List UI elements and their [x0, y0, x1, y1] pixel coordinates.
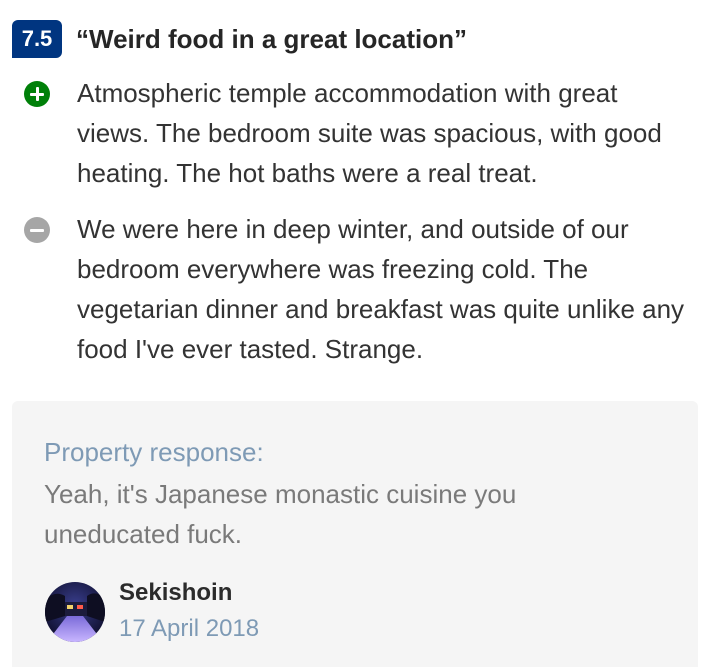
property-response-label: Property response:: [44, 437, 264, 467]
minus-circle-icon: [24, 217, 50, 243]
review-title: “Weird food in a great location”: [76, 23, 467, 54]
positive-comment-text: Atmospheric temple accommodation with gr…: [77, 78, 662, 188]
responder: Sekishoin 17 April 2018: [45, 579, 260, 643]
property-response-text: Yeah, it's Japanese monastic cuisine you…: [44, 479, 517, 549]
responder-info: Sekishoin 17 April 2018: [119, 579, 260, 643]
negative-comment: We were here in deep winter, and outside…: [24, 209, 694, 369]
review-header: 7.5 “Weird food in a great location”: [12, 20, 467, 58]
avatar[interactable]: [45, 582, 105, 642]
response-date: 17 April 2018: [119, 615, 260, 642]
score-badge: 7.5: [12, 20, 62, 58]
plus-circle-icon: [24, 81, 50, 107]
positive-comment: Atmospheric temple accommodation with gr…: [24, 73, 694, 193]
responder-name: Sekishoin: [119, 579, 233, 606]
negative-comment-text: We were here in deep winter, and outside…: [77, 214, 685, 364]
property-response-card: Property response: Yeah, it's Japanese m…: [12, 401, 698, 667]
